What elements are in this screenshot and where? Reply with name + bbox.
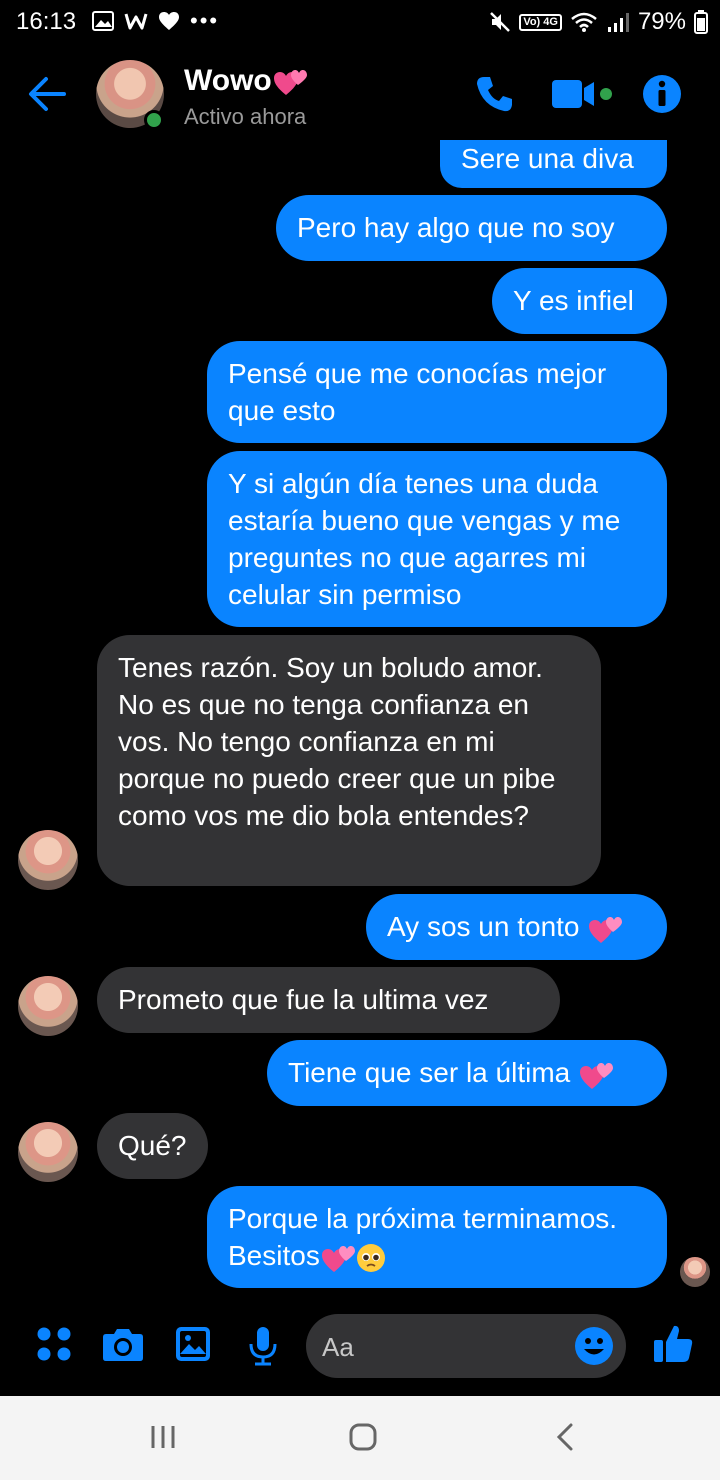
- video-call-icon[interactable]: [550, 74, 614, 114]
- battery-icon: [694, 10, 708, 34]
- info-icon[interactable]: [642, 74, 682, 114]
- message-text: Pero hay algo que no soy: [297, 212, 615, 243]
- like-thumb-icon[interactable]: [652, 1322, 694, 1364]
- battery-percent: 79%: [637, 8, 686, 35]
- signal-icon: [607, 13, 629, 32]
- contact-activity-status: Activo ahora: [184, 104, 307, 129]
- read-receipt-avatar: [680, 1257, 710, 1287]
- message-outgoing[interactable]: Y es infiel: [492, 268, 667, 334]
- message-outgoing[interactable]: Ay sos un tonto: [366, 894, 667, 960]
- back-arrow-icon[interactable]: [26, 74, 68, 114]
- message-outgoing[interactable]: Porque la próxima terminamos. Besitos: [207, 1186, 667, 1288]
- wattpad-notification-icon: [124, 13, 148, 30]
- status-time: 16:13: [16, 8, 77, 35]
- message-incoming[interactable]: Qué?: [97, 1113, 208, 1179]
- emoji-icon[interactable]: [574, 1326, 614, 1366]
- chat-header: Wowo Activo ahora: [0, 50, 720, 140]
- message-text: Prometo que fue la ultima vez: [118, 984, 489, 1015]
- message-outgoing[interactable]: Pensé que me conocías mejor que esto: [207, 341, 667, 443]
- back-nav-icon[interactable]: [552, 1422, 578, 1452]
- camera-icon[interactable]: [102, 1326, 144, 1362]
- mute-icon: [490, 12, 511, 32]
- system-navigation-bar: [0, 1396, 720, 1480]
- status-bar: 16:13 ••• Vo) 4G 79%: [0, 0, 720, 44]
- message-text: Porque la próxima terminamos. Besitos: [228, 1203, 618, 1271]
- hearts-emoji-icon: [273, 70, 307, 96]
- gallery-icon[interactable]: [175, 1326, 211, 1362]
- recent-apps-icon[interactable]: [148, 1422, 178, 1452]
- message-incoming[interactable]: Tenes razón. Soy un boludo amor. No es q…: [97, 635, 601, 886]
- message-input-placeholder: Aa: [322, 1332, 354, 1362]
- sender-avatar[interactable]: [18, 830, 78, 890]
- message-list[interactable]: Sere una diva Pero hay algo que no soy Y…: [0, 140, 720, 1300]
- hearts-emoji-icon: [580, 1062, 613, 1089]
- pleading-face-emoji-icon: [356, 1243, 385, 1272]
- message-outgoing[interactable]: Tiene que ser la última: [267, 1040, 667, 1106]
- notification-icons: •••: [92, 8, 219, 34]
- message-text: Qué?: [118, 1130, 187, 1161]
- message-text: Y es infiel: [513, 285, 634, 316]
- contact-name-text: Wowo: [184, 64, 272, 97]
- message-composer: Aa: [0, 1306, 720, 1396]
- message-incoming[interactable]: Prometo que fue la ultima vez: [97, 967, 560, 1033]
- volte-4g-badge: Vo) 4G: [519, 13, 562, 31]
- wifi-icon: [571, 12, 597, 32]
- message-text: Sere una diva: [461, 143, 634, 174]
- gallery-notification-icon: [92, 11, 114, 31]
- phone-icon[interactable]: [474, 74, 514, 114]
- more-notifications-icon: •••: [190, 8, 220, 33]
- message-text: Pensé que me conocías mejor que esto: [228, 358, 607, 426]
- apps-icon[interactable]: [36, 1326, 72, 1362]
- hearts-emoji-icon: [321, 1245, 355, 1272]
- message-text: Y si algún día tenes una duda estaría bu…: [228, 468, 621, 610]
- message-text: Tiene que ser la última: [288, 1057, 571, 1088]
- microphone-icon[interactable]: [248, 1326, 278, 1366]
- sender-avatar[interactable]: [18, 1122, 78, 1182]
- message-outgoing[interactable]: Y si algún día tenes una duda estaría bu…: [207, 451, 667, 627]
- message-outgoing[interactable]: Sere una diva: [440, 140, 667, 188]
- hearts-emoji-icon: [589, 916, 623, 943]
- sender-avatar[interactable]: [18, 976, 78, 1036]
- message-outgoing[interactable]: Pero hay algo que no soy: [276, 195, 667, 261]
- system-icons: Vo) 4G 79%: [489, 8, 708, 36]
- online-indicator: [144, 110, 164, 130]
- home-icon[interactable]: [348, 1422, 378, 1452]
- message-input[interactable]: Aa: [306, 1314, 626, 1378]
- heart-notification-icon: [159, 12, 179, 30]
- contact-name[interactable]: Wowo: [184, 64, 308, 98]
- message-text: Tenes razón. Soy un boludo amor. No es q…: [118, 652, 556, 831]
- message-text: Ay sos un tonto: [387, 911, 580, 942]
